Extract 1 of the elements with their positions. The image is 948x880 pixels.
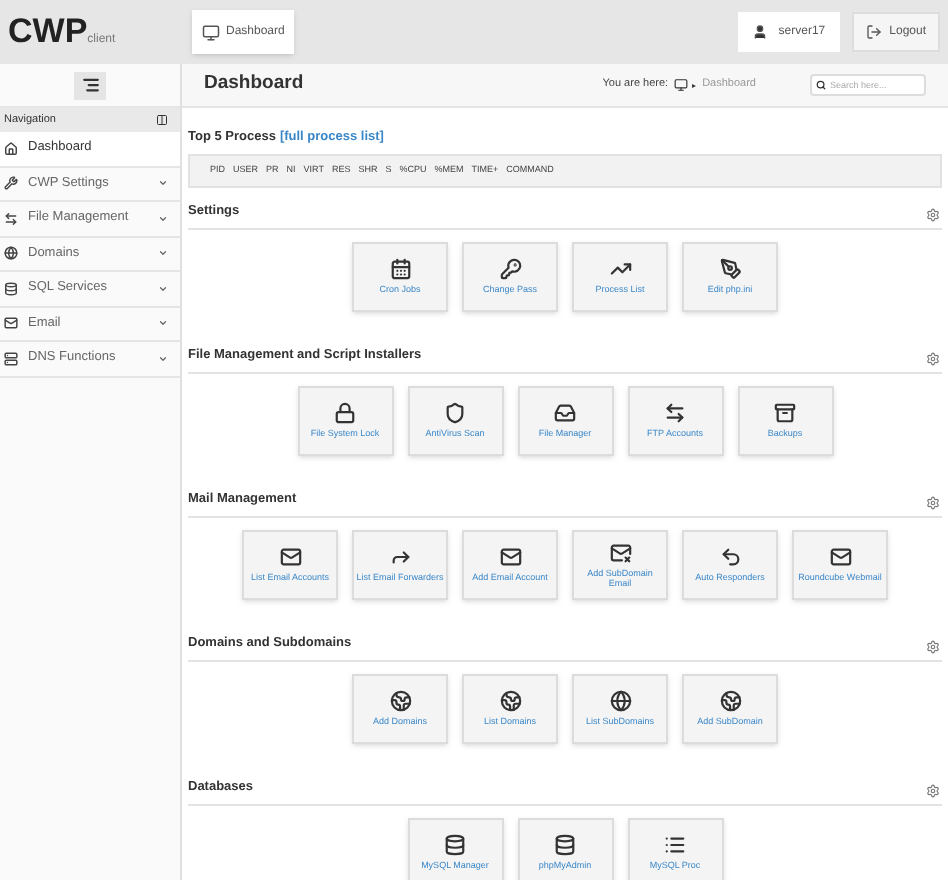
page-title: Dashboard (204, 70, 304, 99)
